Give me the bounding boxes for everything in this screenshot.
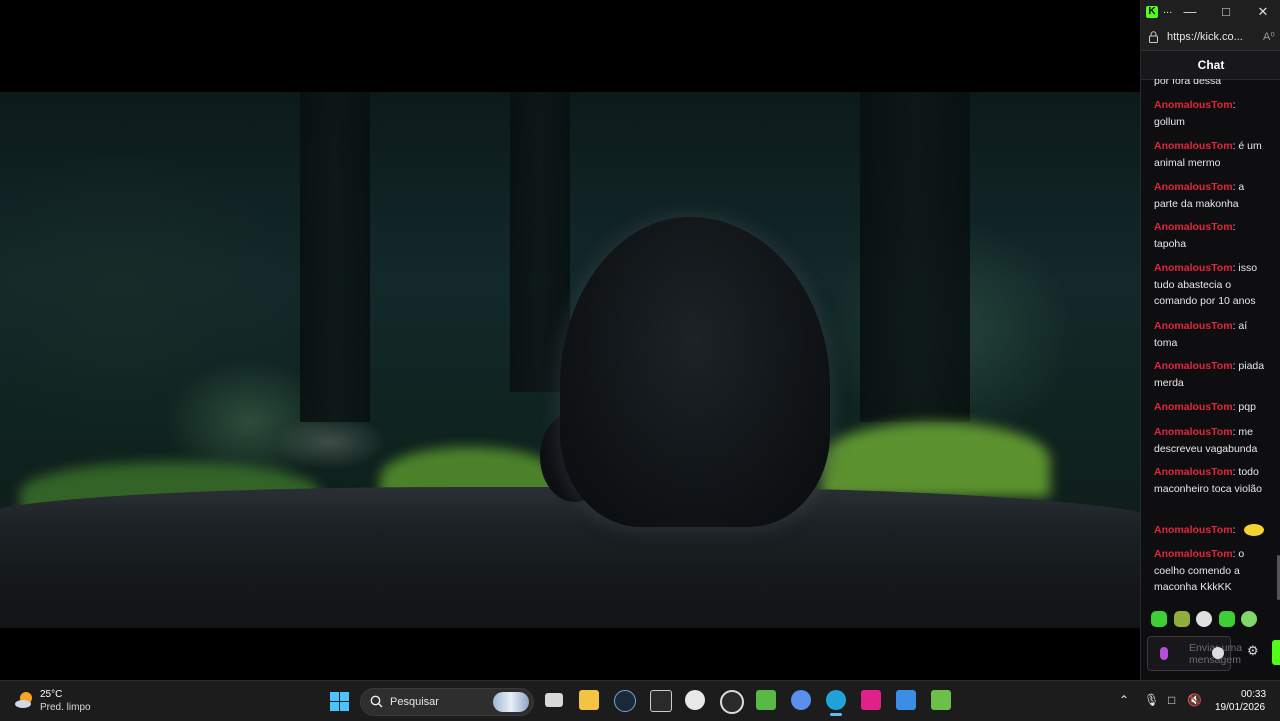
- window-title: ...: [1163, 4, 1173, 16]
- clock-time[interactable]: 00:33: [1241, 689, 1266, 700]
- minimize-button[interactable]: —: [1177, 2, 1203, 22]
- chat-message: AnomalousTom: piada merda: [1154, 360, 1265, 389]
- chat-username[interactable]: AnomalousTom: [1154, 181, 1233, 193]
- chat-header: Chat: [1141, 51, 1280, 80]
- close-button[interactable]: ✕: [1250, 2, 1276, 22]
- search-placeholder: Pesquisar: [390, 696, 439, 708]
- address-bar[interactable]: https://kick.co... A⁰: [1141, 25, 1280, 51]
- chat-message-list[interactable]: por fora dessa AnomalousTom: gollum Anom…: [1141, 79, 1277, 602]
- search-icon: [370, 695, 383, 708]
- emote-icon[interactable]: [1241, 611, 1257, 627]
- xbox-icon[interactable]: [756, 690, 776, 710]
- epic-games-icon[interactable]: [650, 690, 672, 712]
- emote-icon[interactable]: [1151, 611, 1167, 627]
- clock-date[interactable]: 19/01/2026: [1215, 702, 1265, 713]
- chat-username[interactable]: AnomalousTom: [1154, 466, 1233, 478]
- weather-description[interactable]: Pred. limpo: [40, 702, 91, 713]
- chat-message: AnomalousTom: o coelho comendo a maconha…: [1154, 548, 1245, 593]
- chat-username[interactable]: AnomalousTom: [1154, 140, 1233, 152]
- porcupine: [560, 217, 830, 527]
- lock-icon: [1149, 31, 1158, 43]
- chat-message: AnomalousTom: me descreveu vagabunda: [1154, 426, 1258, 455]
- microphone-icon[interactable]: 🎙: [1144, 693, 1159, 707]
- emoji-picker-icon[interactable]: [1212, 647, 1224, 659]
- windows-start-icon[interactable]: [330, 692, 349, 711]
- taskbar: 25°C Pred. limpo Pesquisar ⌃ 🎙 □ 🔇 00:33…: [0, 680, 1280, 721]
- emote-icon[interactable]: [1196, 611, 1212, 627]
- chat-message: AnomalousTom: a parte da makonha: [1154, 181, 1245, 210]
- file-explorer-icon[interactable]: [579, 690, 599, 710]
- github-icon[interactable]: [685, 690, 705, 710]
- gear-icon[interactable]: ⚙: [1247, 643, 1259, 659]
- weather-temperature[interactable]: 25°C: [40, 689, 62, 700]
- emote-quick-tray: [1141, 608, 1280, 632]
- chat-message: AnomalousTom: gollum: [1154, 99, 1236, 128]
- emote-icon: [1244, 524, 1264, 536]
- chrome-icon[interactable]: [720, 690, 744, 714]
- url-text[interactable]: https://kick.co...: [1167, 31, 1243, 43]
- taskbar-search-box[interactable]: Pesquisar: [360, 688, 534, 716]
- chat-username[interactable]: AnomalousTom: [1154, 524, 1233, 536]
- read-aloud-icon[interactable]: A⁰: [1263, 30, 1275, 43]
- window-titlebar: K ... — □ ✕: [1141, 0, 1280, 25]
- search-highlight-image: [493, 692, 529, 712]
- send-button[interactable]: [1272, 640, 1280, 665]
- chat-username[interactable]: AnomalousTom: [1154, 548, 1233, 560]
- microphone-icon[interactable]: [1160, 647, 1168, 660]
- chat-message: AnomalousTom: é um animal mermo: [1154, 140, 1262, 169]
- steam-icon[interactable]: [614, 690, 636, 712]
- chat-message: AnomalousTom: todo maconheiro toca violã…: [1154, 466, 1262, 495]
- chat-message: AnomalousTom: pqp: [1154, 401, 1256, 413]
- chat-text: gollum: [1154, 115, 1185, 128]
- emote-icon[interactable]: [1174, 611, 1190, 627]
- chevron-up-icon[interactable]: ⌃: [1119, 693, 1129, 707]
- chat-message: AnomalousTom:: [1154, 522, 1268, 539]
- chat-username[interactable]: AnomalousTom: [1154, 221, 1233, 233]
- chat-username[interactable]: AnomalousTom: [1154, 401, 1233, 413]
- network-icon[interactable]: □: [1168, 693, 1175, 707]
- grass: [820, 422, 1050, 497]
- weather-icon[interactable]: [14, 689, 36, 711]
- chat-username[interactable]: AnomalousTom: [1154, 360, 1233, 372]
- emote-icon[interactable]: [1219, 611, 1235, 627]
- chat-message: AnomalousTom: isso tudo abastecia o coma…: [1154, 262, 1258, 307]
- discord-icon[interactable]: [791, 690, 811, 710]
- photos-icon[interactable]: [896, 690, 916, 710]
- paint-icon[interactable]: [861, 690, 881, 710]
- volume-muted-icon[interactable]: 🔇: [1187, 693, 1202, 707]
- tree-trunk: [300, 92, 370, 422]
- chat-input-row: Enviar uma mensagem ⚙: [1141, 634, 1280, 672]
- task-view-icon[interactable]: [545, 693, 563, 707]
- chat-popout-window: K ... — □ ✕ https://kick.co... A⁰ Chat p…: [1140, 0, 1280, 680]
- bluestacks-icon[interactable]: [931, 690, 951, 710]
- chat-username[interactable]: AnomalousTom: [1154, 262, 1233, 274]
- chat-message-input[interactable]: Enviar uma mensagem: [1147, 636, 1242, 671]
- tree-trunk: [860, 92, 970, 422]
- video-frame[interactable]: [0, 92, 1140, 628]
- tree-trunk: [510, 92, 570, 392]
- chat-title: Chat: [1197, 58, 1225, 72]
- chat-username[interactable]: AnomalousTom: [1154, 320, 1233, 332]
- chat-message-partial: por fora dessa: [1154, 79, 1222, 87]
- video-player[interactable]: [0, 0, 1140, 680]
- chat-text: tapoha: [1154, 237, 1187, 250]
- maximize-button[interactable]: □: [1213, 2, 1239, 22]
- fallen-log: [0, 487, 1140, 628]
- chat-message: AnomalousTom: tapoha: [1154, 221, 1236, 250]
- chat-message: AnomalousTom: aí toma: [1154, 320, 1248, 349]
- kick-logo-icon: K: [1146, 6, 1158, 18]
- chat-username[interactable]: AnomalousTom: [1154, 426, 1233, 438]
- edge-icon[interactable]: [826, 690, 846, 716]
- chat-text: pqp: [1238, 401, 1256, 413]
- chat-username[interactable]: AnomalousTom: [1154, 99, 1233, 111]
